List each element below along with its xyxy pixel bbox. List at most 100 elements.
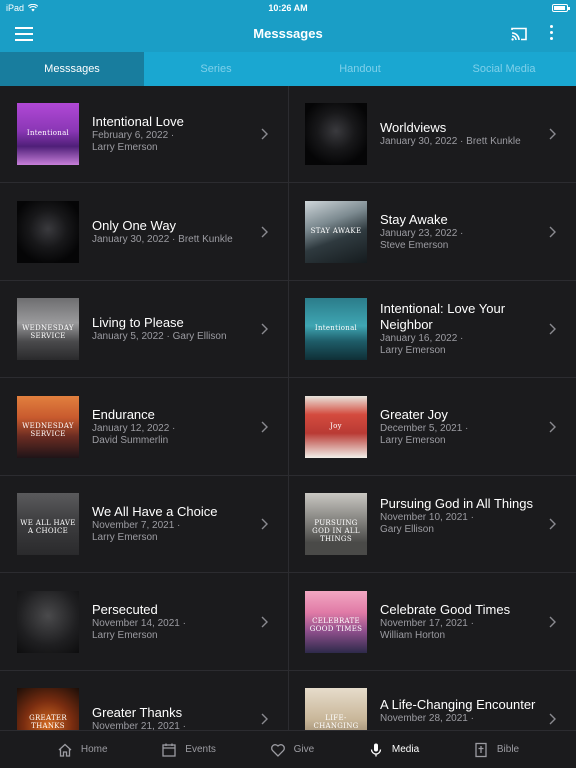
tab-social-media[interactable]: Social Media	[432, 52, 576, 86]
nav-give[interactable]: Give	[270, 742, 315, 758]
message-date: January 23, 2022 ·	[380, 227, 464, 239]
message-info: Endurance January 12, 2022 · David Summerl…	[92, 407, 257, 447]
chevron-right-icon	[261, 421, 268, 432]
message-info: Celebrate Good Times November 17, 2021 · W…	[380, 602, 545, 642]
message-title: Only One Way	[92, 217, 177, 233]
message-info: Worldviews January 30, 2022 · Brett Kunkl…	[380, 120, 545, 148]
microphone-icon	[370, 743, 382, 756]
message-title: Intentional Love	[92, 114, 184, 129]
thumbnail-caption: CELEBRATE GOOD TIMES	[309, 616, 363, 633]
message-item[interactable]: LIFE-CHANGING ENCOUNTER A Life-Changing E…	[288, 671, 576, 730]
message-title: Greater Joy	[380, 406, 448, 422]
home-icon	[58, 743, 72, 757]
message-thumbnail: STAY AWAKE	[305, 200, 367, 263]
message-date: January 30, 2022 · Brett Kunkle	[92, 233, 233, 245]
message-thumbnail	[17, 590, 79, 653]
chevron-right-icon	[549, 226, 556, 237]
message-thumbnail	[305, 103, 367, 165]
thumbnail-caption: Joy	[330, 421, 342, 430]
message-thumbnail: LIFE-CHANGING ENCOUNTER	[305, 688, 367, 730]
chevron-right-icon	[261, 518, 268, 530]
message-thumbnail: WEDNESDAY SERVICE	[17, 298, 79, 360]
message-item[interactable]: GREATER THANKS Greater Thanks November 21,…	[0, 671, 288, 730]
message-item[interactable]: Worldviews January 30, 2022 · Brett Kunkl…	[288, 86, 576, 183]
message-info: Persecuted November 14, 2021 · Larry Emers…	[92, 602, 257, 642]
message-date: November 21, 2021 ·	[92, 721, 186, 730]
nav-events[interactable]: Events	[161, 742, 216, 758]
message-info: Living to Please January 5, 2022 · Gary E…	[92, 315, 257, 343]
message-grid: Intentional Intentional Love February 6, 2…	[0, 86, 576, 730]
message-date: December 5, 2021 ·	[380, 422, 469, 434]
chevron-right-icon	[549, 421, 556, 432]
tab-handout[interactable]: Handout	[288, 52, 432, 86]
message-thumbnail: CELEBRATE GOOD TIMES	[305, 590, 367, 653]
message-item[interactable]: WEDNESDAY SERVICE Endurance January 12, 20…	[0, 379, 288, 476]
chevron-right-icon	[549, 616, 556, 627]
heart-icon	[270, 743, 285, 757]
message-item[interactable]: CELEBRATE GOOD TIMES Celebrate Good Times…	[288, 574, 576, 671]
tab-series[interactable]: Series	[144, 52, 288, 86]
message-speaker: Steve Emerson	[380, 239, 449, 251]
chevron-right-icon	[549, 518, 556, 530]
chevron-right-icon	[549, 713, 556, 725]
message-thumbnail: WE ALL HAVE A CHOICE	[17, 493, 79, 555]
status-bar: iPad 10:26 AM	[0, 0, 576, 16]
message-item[interactable]: STAY AWAKE Stay Awake January 23, 2022 · St…	[288, 184, 576, 281]
more-options-icon[interactable]	[544, 25, 558, 43]
message-date: January 16, 2022 ·	[380, 333, 464, 344]
tab-messsages[interactable]: Messsages	[0, 52, 144, 86]
chevron-right-icon	[261, 226, 268, 237]
message-title: Stay Awake	[380, 211, 448, 227]
message-thumbnail: WEDNESDAY SERVICE	[17, 395, 79, 458]
message-date: January 30, 2022 · Brett Kunkle	[380, 136, 521, 147]
message-speaker: Larry Emerson	[92, 629, 158, 641]
message-title: Intentional: Love Your Neighbor	[380, 301, 506, 332]
status-time: 10:26 AM	[268, 3, 308, 13]
message-item[interactable]: Intentional Intentional Love February 6, 2…	[0, 86, 288, 183]
message-info: Intentional: Love Your Neighbor January 1…	[380, 301, 545, 357]
message-item[interactable]: Intentional Intentional: Love Your Neighb…	[288, 281, 576, 378]
message-date: November 10, 2021 ·	[380, 512, 474, 523]
message-date: January 5, 2022 · Gary Ellison	[92, 331, 227, 342]
thumbnail-caption: Intentional	[26, 129, 70, 137]
thumbnail-caption: GREATER THANKS	[29, 714, 67, 730]
message-date: November 7, 2021 ·	[92, 520, 181, 531]
thumbnail-caption: WEDNESDAY SERVICE	[22, 324, 74, 340]
message-item[interactable]: WE ALL HAVE A CHOICE We All Have a Choice…	[0, 476, 288, 573]
nav-home[interactable]: Home	[57, 742, 108, 758]
nav-label: Home	[80, 744, 108, 755]
thumbnail-caption: WE ALL HAVE A CHOICE	[20, 519, 76, 535]
message-title: We All Have a Choice	[92, 504, 218, 519]
message-item[interactable]: WEDNESDAY SERVICE Living to Please January…	[0, 281, 288, 378]
message-item[interactable]: PURSUING GOD IN ALL THINGS Pursuing God i…	[288, 476, 576, 573]
message-date: January 12, 2022 ·	[92, 422, 176, 434]
message-item[interactable]: Joy Greater Joy December 5, 2021 · Larry Em…	[288, 379, 576, 476]
chevron-right-icon	[261, 616, 268, 627]
cast-icon[interactable]	[510, 26, 528, 42]
nav-bible[interactable]: Bible	[473, 742, 519, 758]
nav-label: Media	[391, 744, 420, 755]
message-date: November 17, 2021 ·	[380, 617, 474, 629]
message-thumbnail: GREATER THANKS	[17, 688, 79, 730]
message-info: Only One Way January 30, 2022 · Brett Kun…	[92, 218, 257, 246]
message-speaker: Gary Ellison	[380, 524, 434, 535]
message-date: November 14, 2021 ·	[92, 617, 186, 629]
nav-label: Give	[293, 744, 315, 755]
message-thumbnail: PURSUING GOD IN ALL THINGS	[305, 493, 367, 555]
chevron-right-icon	[549, 128, 556, 140]
message-item[interactable]: Persecuted November 14, 2021 · Larry Emers…	[0, 574, 288, 671]
app-bar: Messsages	[0, 16, 576, 52]
message-thumbnail: Intentional	[17, 103, 79, 165]
message-item[interactable]: Only One Way January 30, 2022 · Brett Kun…	[0, 184, 288, 281]
page-title: Messsages	[253, 26, 323, 41]
thumbnail-caption: STAY AWAKE	[310, 226, 362, 235]
nav-media[interactable]: Media	[368, 742, 419, 758]
message-info: Greater Thanks November 21, 2021 ·	[92, 705, 257, 730]
message-title: Pursuing God in All Things	[380, 496, 533, 511]
bible-icon	[475, 742, 487, 757]
message-title: Celebrate Good Times	[380, 601, 511, 617]
message-title: Worldviews	[380, 120, 447, 135]
message-speaker: Larry Emerson	[92, 142, 158, 153]
message-info: Greater Joy December 5, 2021 · Larry Emers…	[380, 407, 545, 447]
message-title: Living to Please	[92, 315, 184, 330]
